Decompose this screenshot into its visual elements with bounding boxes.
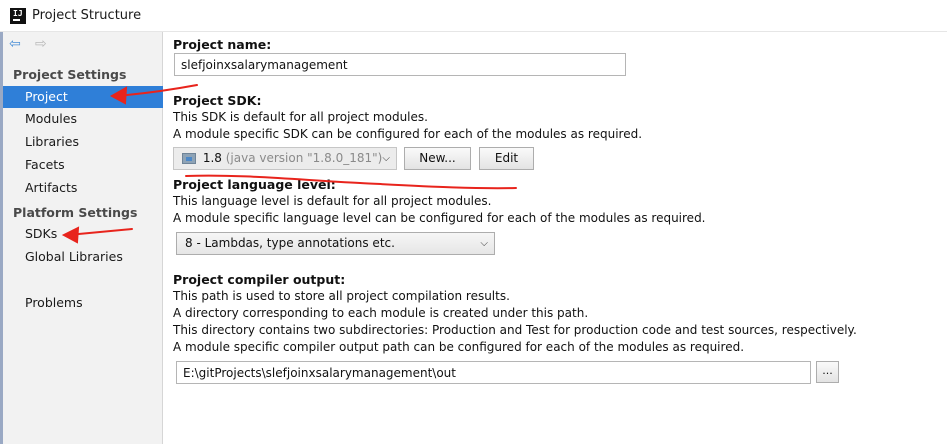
compiler-output-desc-1: This path is used to store all project c… [173, 289, 510, 303]
chevron-down-icon: ⌵ [480, 238, 488, 249]
project-sdk-label: Project SDK: [173, 93, 262, 108]
sidebar-item-modules[interactable]: Modules [3, 108, 163, 130]
intellij-app-icon: IJ [10, 8, 26, 24]
sidebar-item-problems[interactable]: Problems [3, 292, 163, 314]
language-level-dropdown[interactable]: 8 - Lambdas, type annotations etc. ⌵ [176, 232, 495, 255]
compiler-output-path-input[interactable] [176, 361, 811, 384]
language-level-value: 8 - Lambdas, type annotations etc. [185, 236, 395, 250]
project-sdk-dropdown[interactable]: 1.8 (java version "1.8.0_181") ⌵ [173, 147, 397, 170]
window-title: Project Structure [32, 8, 142, 23]
title-bar: IJ Project Structure [0, 0, 947, 32]
sdk-folder-icon [182, 153, 196, 164]
compiler-output-desc-3: This directory contains two subdirectori… [173, 323, 857, 337]
compiler-output-desc-2: A directory corresponding to each module… [173, 306, 589, 320]
sdk-new-button-label: New... [419, 151, 456, 165]
forward-arrow-icon[interactable]: ⇨ [35, 36, 47, 52]
platform-settings-heading: Platform Settings [13, 205, 138, 220]
sdk-edit-button-label: Edit [494, 151, 519, 165]
project-settings-heading: Project Settings [13, 67, 127, 82]
sidebar-item-facets[interactable]: Facets [3, 154, 163, 176]
project-name-label: Project name: [173, 37, 272, 52]
sidebar-item-project[interactable]: Project [3, 86, 163, 108]
chevron-down-icon: ⌵ [382, 153, 390, 164]
sdk-version: 1.8 [202, 151, 222, 165]
sidebar-item-artifacts[interactable]: Artifacts [3, 177, 163, 199]
project-name-input[interactable] [174, 53, 626, 76]
sidebar-item-global-libraries[interactable]: Global Libraries [3, 246, 163, 268]
sidebar-item-sdks[interactable]: SDKs [3, 223, 163, 245]
language-level-desc-1: This language level is default for all p… [173, 194, 492, 208]
language-level-desc-2: A module specific language level can be … [173, 211, 706, 225]
back-arrow-icon[interactable]: ⇦ [9, 36, 21, 52]
language-level-label: Project language level: [173, 177, 336, 192]
project-sdk-desc-2: A module specific SDK can be configured … [173, 127, 643, 141]
sidebar-item-libraries[interactable]: Libraries [3, 131, 163, 153]
browse-button[interactable]: ... [816, 361, 839, 383]
app-icon-text: IJ [13, 9, 23, 18]
compiler-output-desc-4: A module specific compiler output path c… [173, 340, 745, 354]
sdk-new-button[interactable]: New... [404, 147, 471, 170]
sdk-edit-button[interactable]: Edit [479, 147, 534, 170]
sdk-version-detail: (java version "1.8.0_181") [225, 151, 383, 165]
project-sdk-desc-1: This SDK is default for all project modu… [173, 110, 428, 124]
compiler-output-label: Project compiler output: [173, 272, 346, 287]
